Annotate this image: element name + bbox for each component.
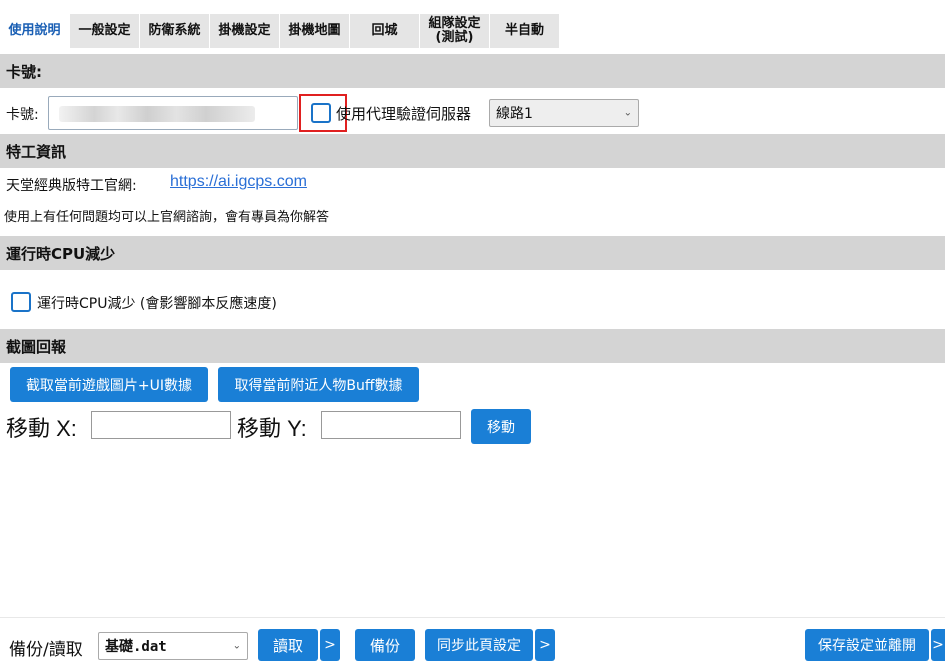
chevron-down-icon: ⌄ <box>232 640 241 652</box>
sync-page-settings-button[interactable]: 同步此頁設定 <box>425 629 533 661</box>
backup-file-select[interactable]: 基礎.dat ⌄ <box>98 632 248 660</box>
agent-section-header: 特工資訊 <box>0 134 945 168</box>
tab-idle-settings[interactable]: 掛機設定 <box>210 14 280 48</box>
tab-return-town[interactable]: 回城 <box>350 14 420 48</box>
card-section-header: 卡號: <box>0 54 945 88</box>
cpu-section-header: 運行時CPU減少 <box>0 236 945 270</box>
capture-game-ui-button[interactable]: 截取當前遊戲圖片+UI數據 <box>10 367 208 402</box>
help-text: 使用上有任何問題均可以上官網諮詢，會有專員為你解答 <box>4 210 330 225</box>
tab-defense-system[interactable]: 防衛系統 <box>140 14 210 48</box>
screenshot-section-header: 截圖回報 <box>0 329 945 363</box>
save-and-exit-button[interactable]: 保存設定並離開 <box>805 629 929 661</box>
proxy-checkbox[interactable] <box>311 103 331 123</box>
cpu-reduce-checkbox[interactable] <box>11 292 31 312</box>
tab-party-label: 組隊設定 <box>428 16 481 31</box>
get-buff-data-button[interactable]: 取得當前附近人物Buff數據 <box>218 367 419 402</box>
card-number-input[interactable] <box>48 96 298 130</box>
cpu-reduce-label: 運行時CPU減少 (會影響腳本反應速度) <box>37 296 277 312</box>
site-label: 天堂經典版特工官網: <box>6 178 137 194</box>
chevron-down-icon: ⌄ <box>623 107 632 119</box>
move-x-label: 移動 X: <box>6 416 77 441</box>
move-y-label: 移動 Y: <box>237 416 307 441</box>
backup-read-label: 備份/讀取 <box>9 640 83 660</box>
backup-file-value: 基礎.dat <box>105 639 167 655</box>
tab-bar: 使用說明 一般設定 防衛系統 掛機設定 掛機地圖 回城 組隊設定 (測試) 半自… <box>0 14 560 48</box>
card-label: 卡號: <box>6 107 39 123</box>
tab-party-settings[interactable]: 組隊設定 (測試) <box>420 14 490 48</box>
tab-idle-map[interactable]: 掛機地圖 <box>280 14 350 48</box>
site-link[interactable]: https://ai.igcps.com <box>170 173 307 191</box>
sync-more-button[interactable]: > <box>535 629 555 661</box>
move-y-input[interactable] <box>321 411 461 439</box>
tab-instructions[interactable]: 使用說明 <box>0 14 70 48</box>
tab-party-sublabel: (測試) <box>435 30 474 45</box>
move-button[interactable]: 移動 <box>471 409 531 444</box>
proxy-checkbox-label: 使用代理驗證伺服器 <box>336 105 472 123</box>
masked-card-number <box>59 106 255 122</box>
tab-general-settings[interactable]: 一般設定 <box>70 14 140 48</box>
tab-semi-auto[interactable]: 半自動 <box>490 14 560 48</box>
route-select-value: 線路1 <box>496 106 533 122</box>
save-more-button[interactable]: > <box>931 629 945 661</box>
footer-divider <box>0 617 945 618</box>
read-more-button[interactable]: > <box>320 629 340 661</box>
route-select[interactable]: 線路1 ⌄ <box>489 99 639 127</box>
backup-button[interactable]: 備份 <box>355 629 415 661</box>
move-x-input[interactable] <box>91 411 231 439</box>
read-button[interactable]: 讀取 <box>258 629 318 661</box>
